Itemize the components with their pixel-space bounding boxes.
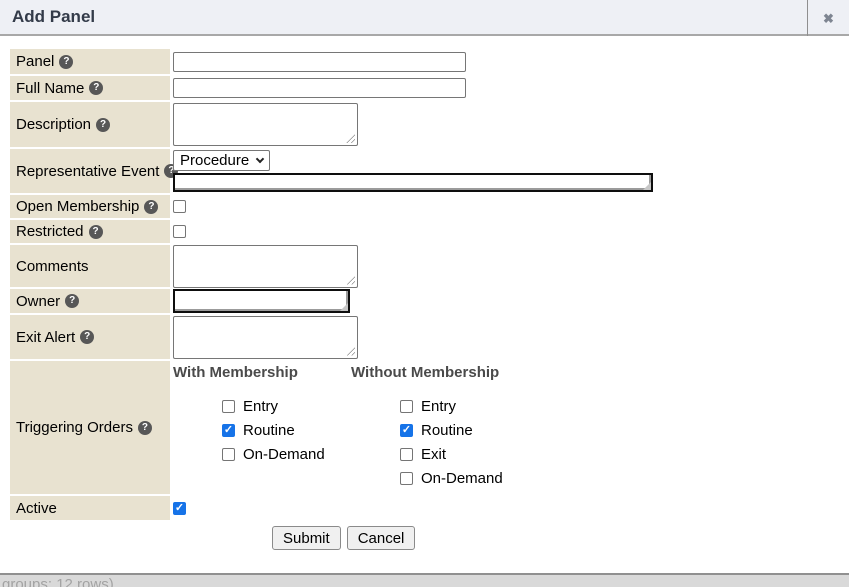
panel-label: Panel: [16, 53, 54, 70]
exit-checkbox[interactable]: [400, 448, 413, 461]
entry-checkbox[interactable]: [222, 400, 235, 413]
entry-checkbox[interactable]: [400, 400, 413, 413]
row-triggering-orders: Triggering Orders ? With Membership Entr…: [10, 361, 849, 494]
help-icon[interactable]: ?: [89, 81, 103, 95]
routine-checkbox[interactable]: [400, 424, 413, 437]
routine-checkbox[interactable]: [222, 424, 235, 437]
row-owner: Owner ?: [10, 289, 849, 313]
without-membership-entry-option[interactable]: Entry: [400, 398, 529, 415]
on-demand-checkbox[interactable]: [400, 472, 413, 485]
help-icon[interactable]: ?: [89, 225, 103, 239]
triggering-orders-label-cell: Triggering Orders ?: [10, 361, 170, 494]
restricted-label: Restricted: [16, 223, 84, 240]
open-membership-label-cell: Open Membership ?: [10, 195, 170, 218]
entry-label: Entry: [421, 398, 456, 415]
representative-event-input[interactable]: [173, 173, 653, 192]
routine-label: Routine: [421, 422, 473, 439]
exit-alert-label: Exit Alert: [16, 329, 75, 346]
full-name-label-cell: Full Name ?: [10, 76, 170, 100]
representative-event-type-select[interactable]: Procedure: [173, 150, 270, 171]
add-panel-form: Panel ? Full Name ? Description ?: [0, 36, 849, 550]
cancel-button[interactable]: Cancel: [347, 526, 416, 550]
row-exit-alert: Exit Alert ?: [10, 315, 849, 359]
comments-textarea[interactable]: [173, 245, 358, 288]
representative-event-label: Representative Event: [16, 163, 159, 180]
row-restricted: Restricted ?: [10, 220, 849, 243]
description-label-cell: Description ?: [10, 102, 170, 147]
representative-event-label-cell: Representative Event ?: [10, 149, 170, 193]
close-icon: ✖: [823, 12, 834, 25]
help-icon[interactable]: ?: [138, 421, 152, 435]
description-textarea[interactable]: [173, 103, 358, 146]
triggering-orders-label: Triggering Orders: [16, 419, 133, 436]
submit-button[interactable]: Submit: [272, 526, 341, 550]
help-icon[interactable]: ?: [80, 330, 94, 344]
restricted-label-cell: Restricted ?: [10, 220, 170, 243]
with-membership-routine-option[interactable]: Routine: [222, 422, 351, 439]
full-name-input[interactable]: [173, 78, 466, 98]
entry-label: Entry: [243, 398, 278, 415]
help-icon[interactable]: ?: [65, 294, 79, 308]
add-panel-dialog: Add Panel ✖ Panel ? Full Name ?: [0, 0, 849, 562]
form-buttons: Submit Cancel: [272, 526, 849, 550]
background-row-count-text: groups: 12 rows): [2, 576, 849, 587]
open-membership-checkbox[interactable]: [173, 200, 186, 213]
without-membership-header: Without Membership: [351, 364, 529, 381]
routine-label: Routine: [243, 422, 295, 439]
panel-label-cell: Panel ?: [10, 49, 170, 74]
help-icon[interactable]: ?: [59, 55, 73, 69]
with-membership-on-demand-option[interactable]: On-Demand: [222, 446, 351, 463]
row-description: Description ?: [10, 102, 849, 147]
comments-label: Comments: [16, 258, 89, 275]
open-membership-label: Open Membership: [16, 198, 139, 215]
background-page-strip: groups: 12 rows): [0, 573, 849, 587]
exit-label: Exit: [421, 446, 446, 463]
with-membership-column: With Membership Entry Routine On-Dema: [173, 364, 351, 463]
full-name-label: Full Name: [16, 80, 84, 97]
row-active: Active: [10, 496, 849, 520]
exit-alert-textarea[interactable]: [173, 316, 358, 359]
comments-label-cell: Comments: [10, 245, 170, 287]
owner-input[interactable]: [173, 289, 350, 313]
dialog-header: Add Panel ✖: [0, 0, 849, 36]
active-label-cell: Active: [10, 496, 170, 520]
close-button[interactable]: ✖: [807, 0, 849, 36]
row-panel: Panel ?: [10, 49, 849, 74]
active-checkbox[interactable]: [173, 502, 186, 515]
with-membership-header: With Membership: [173, 364, 351, 381]
row-open-membership: Open Membership ?: [10, 195, 849, 218]
representative-event-type-value: Procedure: [180, 152, 249, 169]
exit-alert-label-cell: Exit Alert ?: [10, 315, 170, 359]
owner-label: Owner: [16, 293, 60, 310]
on-demand-label: On-Demand: [421, 470, 503, 487]
owner-label-cell: Owner ?: [10, 289, 170, 313]
on-demand-label: On-Demand: [243, 446, 325, 463]
row-full-name: Full Name ?: [10, 76, 849, 100]
dialog-title: Add Panel: [12, 7, 95, 27]
panel-input[interactable]: [173, 52, 466, 72]
row-comments: Comments: [10, 245, 849, 287]
without-membership-column: Without Membership Entry Routine Exit: [351, 364, 529, 487]
without-membership-on-demand-option[interactable]: On-Demand: [400, 470, 529, 487]
description-label: Description: [16, 116, 91, 133]
restricted-checkbox[interactable]: [173, 225, 186, 238]
with-membership-entry-option[interactable]: Entry: [222, 398, 351, 415]
active-label: Active: [16, 500, 57, 517]
chevron-down-icon: [256, 154, 264, 162]
without-membership-routine-option[interactable]: Routine: [400, 422, 529, 439]
help-icon[interactable]: ?: [144, 200, 158, 214]
without-membership-exit-option[interactable]: Exit: [400, 446, 529, 463]
help-icon[interactable]: ?: [96, 118, 110, 132]
row-representative-event: Representative Event ? Procedure: [10, 149, 849, 193]
on-demand-checkbox[interactable]: [222, 448, 235, 461]
